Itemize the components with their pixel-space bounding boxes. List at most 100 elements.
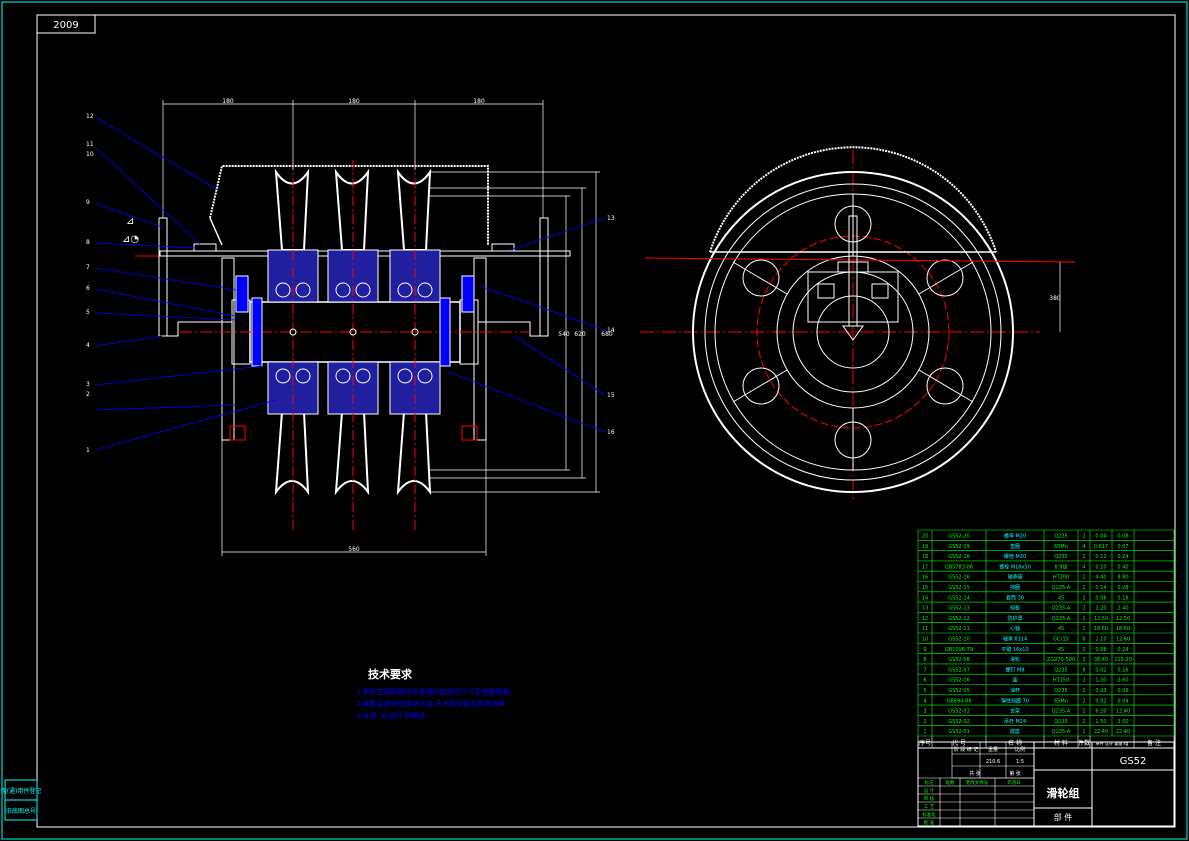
bom-cell: Q235-A <box>1052 729 1071 735</box>
balloon-8: 8 <box>86 239 90 246</box>
bom-cell: 12.60 <box>1116 637 1130 643</box>
bom-cell: 垫圈 <box>1010 543 1020 550</box>
bom-cell: 0.017 <box>1094 544 1108 550</box>
bom-table: 20 GS52-20 螺母 M20 Q235 2 0.04 0.0819 GS52-19 垫圈 6… <box>917 529 1175 749</box>
bom-cell: 38.40 <box>1094 657 1108 663</box>
bom-cell: 螺钉 M8 <box>1005 666 1024 673</box>
bom-cell: 弹性挡圈 70 <box>1001 697 1029 704</box>
bom-cell: 65Mn <box>1054 544 1068 550</box>
bom-cell: 防护罩 <box>1007 615 1022 622</box>
bom-cell: 8 <box>923 657 926 663</box>
bom-cell: 0.40 <box>1117 564 1128 570</box>
bom-cell: GS52-11 <box>948 626 970 632</box>
bom-cell: 18.60 <box>1116 626 1130 632</box>
left-hanger-rod <box>158 217 168 337</box>
dim-bottom: 560 <box>348 546 360 553</box>
bom-cell: 18.60 <box>1094 626 1108 632</box>
bom-cell: 2 <box>1082 534 1085 540</box>
tb-role-5: 批 准 <box>924 819 935 826</box>
bom-cell: 9 <box>923 647 926 653</box>
bom-cell: 4.40 <box>1095 575 1106 581</box>
bom-cell: 0.12 <box>1095 554 1106 560</box>
bom-cell: GB5783-86 <box>945 564 973 570</box>
bom-header-cell: 代 号 <box>952 739 966 747</box>
roughness-symbol-2: ⊿◔ <box>122 234 139 245</box>
tb-role-1: 设 计 <box>924 787 935 794</box>
bom-cell: 8.80 <box>1117 575 1128 581</box>
bom-cell: GS52-18 <box>948 554 970 560</box>
roughness-symbol-1: ⊿ <box>126 216 134 227</box>
bom-cell: 4 <box>1082 544 1085 550</box>
bom-cell: 0.03 <box>1095 688 1106 694</box>
tech-note-2: 2.装配后滑轮应转动灵活,无卡阻现象及异常响声. <box>356 699 507 708</box>
bom-cell: 14 <box>922 595 928 601</box>
front-view: 180 180 180 560 540 620 680 ⊿ ⊿◔ 12 11 1… <box>86 98 615 556</box>
bom-cell: 1.30 <box>1095 678 1106 684</box>
bom-cell: 17 <box>922 564 928 570</box>
tb-scale-label: 比例 <box>1015 746 1025 753</box>
bom-cell: ZG270-500 <box>1047 657 1075 663</box>
bom-cell: Q235 <box>1054 534 1067 540</box>
bom-cell: 8.8级 <box>1055 563 1068 570</box>
bom-cell: 2 <box>1082 709 1085 715</box>
dim-top-1: 180 <box>222 98 234 105</box>
bom-cell: 2 <box>1082 719 1085 725</box>
bom-cell: GS52-05 <box>948 688 970 694</box>
tb-sign-2: 处数 <box>946 779 955 786</box>
bom-cell: Q235-A <box>1052 585 1071 591</box>
bom-cell: GS52-02 <box>948 719 970 725</box>
dim-top-3: 180 <box>473 98 485 105</box>
bom-cell: 45 <box>1058 626 1064 632</box>
bom-cell: Q235 <box>1054 688 1067 694</box>
bom-cell: 45 <box>1058 595 1064 601</box>
bom-cell: 8 <box>1082 667 1085 673</box>
bom-header-cell: 件数 <box>1078 739 1090 747</box>
tech-note-1: 1.滑轮在装配前应检查滑轮各部位尺寸及表面质量. <box>356 687 512 696</box>
bom-cell: GS52-07 <box>948 667 970 673</box>
bottom-dimension <box>221 440 487 556</box>
bom-cell: GS52-03 <box>948 709 970 715</box>
bom-cell: 18 <box>922 554 928 560</box>
bom-cell: GCr15 <box>1053 637 1069 643</box>
bom-cell: GS52-14 <box>948 595 970 601</box>
bom-cell: Q235 <box>1054 719 1067 725</box>
bom-cell: 12.40 <box>1116 709 1130 715</box>
bom-cell: 7 <box>923 667 926 673</box>
bom-cell: GS52-15 <box>948 585 970 591</box>
bom-cell: 0.02 <box>1095 667 1106 673</box>
bom-cell: 0.07 <box>1117 544 1128 550</box>
bom-cell: 1 <box>1082 616 1085 622</box>
bom-cell: 螺母 M20 <box>1004 533 1026 540</box>
bom-cell: 20 <box>922 534 928 540</box>
bom-cell: 2 <box>1082 575 1085 581</box>
drawing-number: GS52 <box>1120 756 1147 767</box>
tech-note-3: 3.涂漆: 红色丹 防锈漆. <box>356 711 428 720</box>
bom-cell: 2.60 <box>1117 678 1128 684</box>
bom-cell: Q235 <box>1054 554 1067 560</box>
bom-cell: 套筒 30 <box>1006 594 1024 601</box>
bom-header-cell: 单件 总计 重量 kg <box>1096 740 1129 746</box>
bom-cell: 2 <box>1082 678 1085 684</box>
bom-cell: 2 <box>1082 606 1085 612</box>
bom-cell: 6.20 <box>1095 709 1106 715</box>
dim-right-1: 540 <box>558 331 570 338</box>
bom-cell: 0.14 <box>1095 585 1106 591</box>
tb-sheet: 第 张 <box>1009 770 1021 777</box>
bom-cell: Q235 <box>1054 667 1067 673</box>
bom-cell: 2 <box>1082 585 1085 591</box>
bom-cell: 1 <box>923 729 926 735</box>
bom-cell: 4 <box>1082 564 1085 570</box>
tb-sign-1: 标记 <box>925 779 934 786</box>
bom-header-cell: 材 料 <box>1054 739 1068 747</box>
bom-cell: 2.40 <box>1117 606 1128 612</box>
bom-cell: 2 <box>923 719 926 725</box>
balloon-11: 11 <box>86 141 94 148</box>
bom-cell: 12.50 <box>1116 616 1130 622</box>
balloon-12: 12 <box>86 113 94 120</box>
bom-cell: 0.04 <box>1095 534 1106 540</box>
bom-cell: 13 <box>922 606 928 612</box>
tb-scale: 1:5 <box>1016 759 1024 765</box>
bom-cell: 滑轮 <box>1010 656 1020 663</box>
balloon-13: 13 <box>607 215 615 222</box>
bom-cell: 5 <box>923 688 926 694</box>
